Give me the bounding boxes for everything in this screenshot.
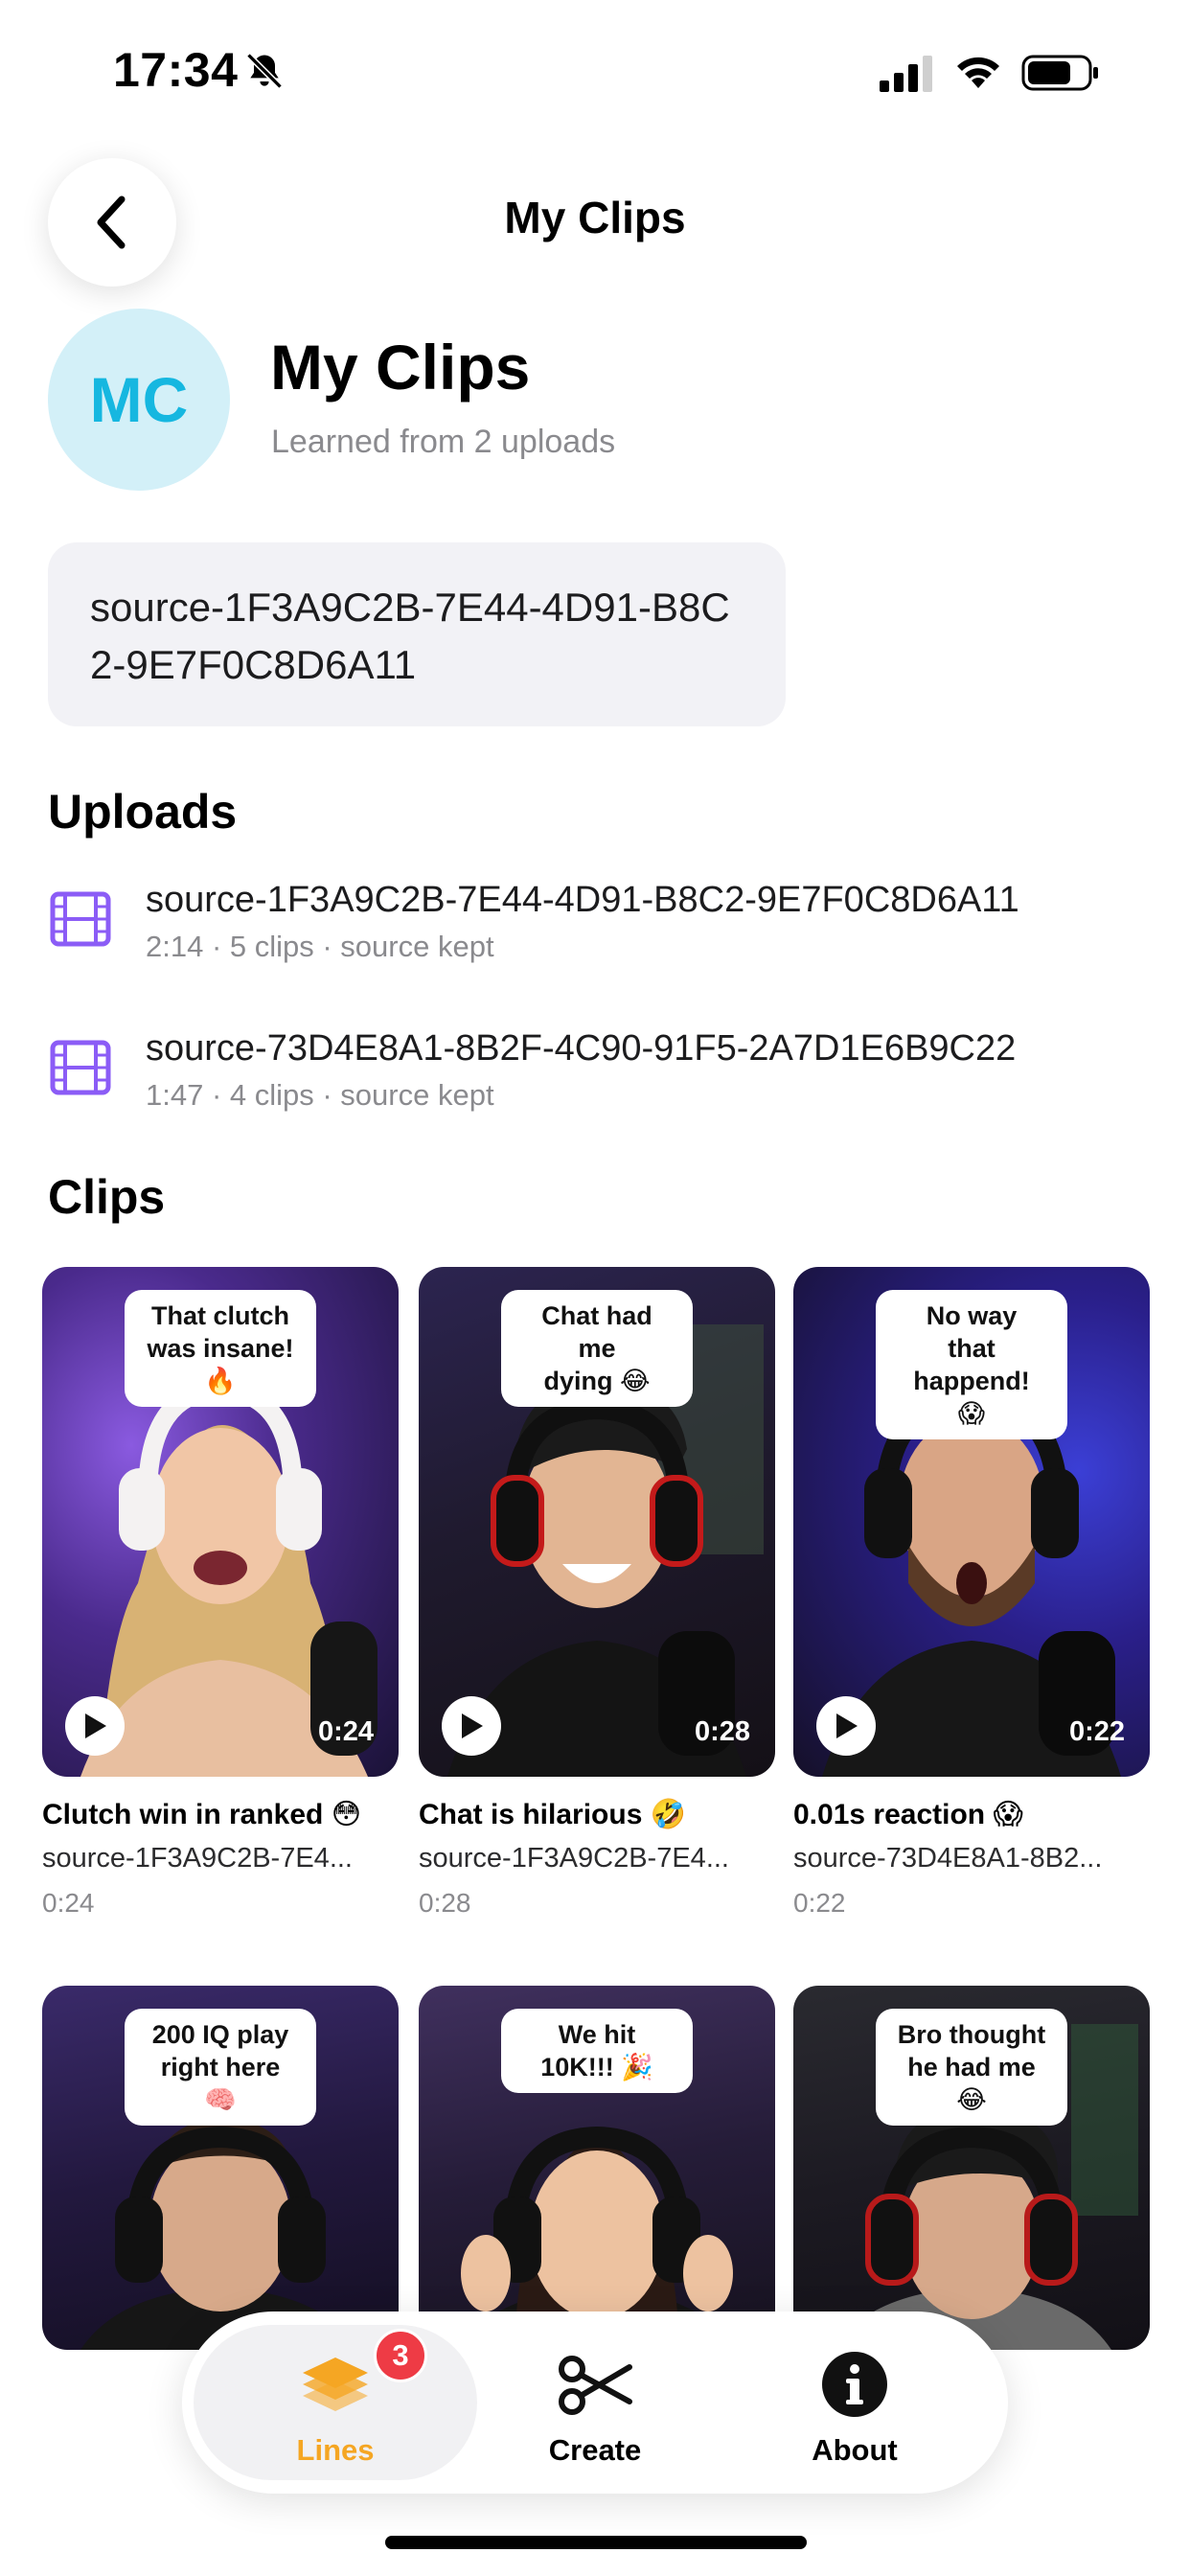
tab-label: About: [812, 2433, 898, 2467]
clip-caption: Chat had me dying 😂: [501, 1290, 693, 1407]
film-icon: [50, 891, 111, 947]
status-time: 17:34: [113, 43, 239, 97]
clip-thumbnail[interactable]: That clutch was insane! 🔥 0:24: [42, 1267, 399, 1777]
clip-title: Chat is hilarious 🤣: [419, 1799, 687, 1830]
clip-thumbnail[interactable]: No way that happend! 😱 0:22: [793, 1267, 1150, 1777]
clip-caption: We hit 10K!!! 🎉: [501, 2009, 693, 2093]
play-icon: [85, 1714, 106, 1738]
clip-title: 0.01s reaction 😱: [793, 1799, 1023, 1830]
clip-source: source-1F3A9C2B-7E4...: [42, 1843, 353, 1874]
tab-about[interactable]: About: [713, 2325, 996, 2480]
upload-row[interactable]: source-73D4E8A1-8B2F-4C90-91F5-2A7D1E6B9…: [48, 1028, 1150, 1124]
film-icon: [50, 1040, 111, 1095]
info-icon: [822, 2352, 887, 2417]
profile-subtitle: Learned from 2 uploads: [271, 424, 616, 460]
clip-caption: 200 IQ play right here 🧠: [125, 2009, 316, 2126]
play-icon: [462, 1714, 483, 1738]
profile-name: My Clips: [270, 332, 531, 402]
clip-card[interactable]: No way that happend! 😱 0:22 0.01s reacti…: [793, 1267, 1150, 1919]
clip-duration-badge: 0:22: [1068, 1716, 1125, 1747]
clip-duration: 0:28: [419, 1888, 471, 1918]
clip-source: source-73D4E8A1-8B2...: [793, 1843, 1103, 1874]
clip-card[interactable]: 200 IQ play right here 🧠: [42, 1986, 399, 2350]
upload-meta: 2:14 · 5 clips · source kept: [146, 930, 494, 963]
upload-row[interactable]: source-1F3A9C2B-7E44-4D91-B8C2-9E7F0C8D6…: [48, 880, 1150, 976]
clip-duration: 0:22: [793, 1888, 846, 1918]
clip-caption: That clutch was insane! 🔥: [125, 1290, 316, 1407]
notification-badge: 3: [374, 2329, 427, 2382]
clip-duration-badge: 0:24: [317, 1716, 374, 1747]
play-button[interactable]: [816, 1696, 876, 1756]
page-title: My Clips: [504, 193, 686, 242]
clip-card[interactable]: Chat had me dying 😂 0:28 Chat is hilario…: [419, 1267, 775, 1919]
clip-caption: Bro thought he had me 😂: [876, 2009, 1067, 2126]
clip-thumbnail[interactable]: We hit 10K!!! 🎉: [419, 1986, 775, 2350]
clip-card[interactable]: We hit 10K!!! 🎉: [419, 1986, 775, 2350]
battery-icon: [1021, 55, 1098, 91]
upload-meta: 1:47 · 4 clips · source kept: [146, 1078, 494, 1112]
tab-bar: 3 Lines Create About: [182, 2312, 1008, 2494]
upload-name: source-1F3A9C2B-7E44-4D91-B8C2-9E7F0C8D6…: [146, 880, 1019, 920]
clips-section-title: Clips: [48, 1170, 166, 1224]
play-icon: [836, 1714, 858, 1738]
tab-create[interactable]: Create: [453, 2325, 737, 2480]
clip-duration-badge: 0:28: [694, 1716, 750, 1747]
scissors-icon: [559, 2356, 632, 2415]
clip-card[interactable]: That clutch was insane! 🔥 0:24 Clutch wi…: [42, 1267, 399, 1919]
clip-card[interactable]: Bro thought he had me 😂: [793, 1986, 1150, 2350]
layers-icon: [303, 2358, 368, 2411]
clip-duration: 0:24: [42, 1888, 95, 1918]
tab-label: Lines: [296, 2433, 375, 2467]
tab-label: Create: [548, 2433, 642, 2467]
clip-title: Clutch win in ranked 😳: [42, 1799, 361, 1830]
play-button[interactable]: [442, 1696, 501, 1756]
bell-slash-icon: [246, 53, 283, 89]
clip-caption: No way that happend! 😱: [876, 1290, 1067, 1439]
status-bar: 17:34: [0, 0, 1190, 144]
upload-name: source-73D4E8A1-8B2F-4C90-91F5-2A7D1E6B9…: [146, 1028, 1017, 1069]
clip-source: source-1F3A9C2B-7E4...: [419, 1843, 729, 1874]
cellular-signal-icon: [880, 56, 932, 92]
wifi-icon: [957, 57, 999, 88]
play-button[interactable]: [65, 1696, 125, 1756]
tab-lines[interactable]: 3 Lines: [194, 2325, 477, 2480]
home-indicator[interactable]: [385, 2536, 807, 2549]
clip-thumbnail[interactable]: 200 IQ play right here 🧠: [42, 1986, 399, 2350]
source-chip[interactable]: source-1F3A9C2B-7E44-4D91-B8C2-9E7F0C8D6…: [48, 542, 786, 726]
clip-thumbnail[interactable]: Chat had me dying 😂 0:28: [419, 1267, 775, 1777]
clip-thumbnail[interactable]: Bro thought he had me 😂: [793, 1986, 1150, 2350]
uploads-section-title: Uploads: [48, 785, 238, 839]
avatar: MC: [48, 309, 230, 491]
